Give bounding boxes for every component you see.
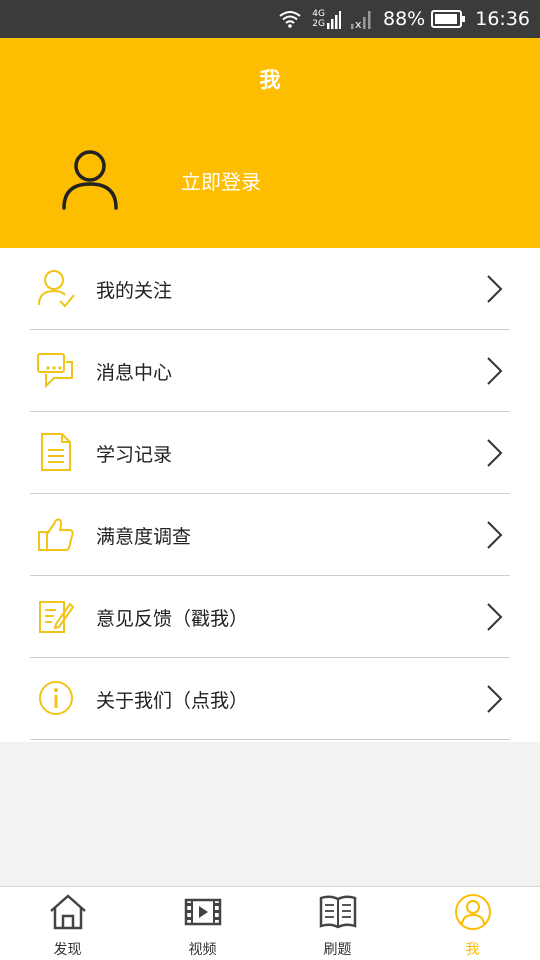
menu-item-label: 意见反馈（戳我）	[96, 608, 249, 630]
network-type-bottom: 2G	[312, 19, 325, 29]
bottom-tab-bar: 发现 视频 刷题 我	[0, 886, 540, 960]
network-type-top: 4G	[312, 9, 325, 19]
chevron-right-icon	[484, 602, 504, 632]
tab-label: 刷题	[323, 942, 352, 958]
menu-item-survey[interactable]: 满意度调查	[30, 494, 510, 576]
user-check-icon	[36, 268, 76, 308]
profile-header: 我 立即登录	[0, 38, 540, 248]
menu-item-history[interactable]: 学习记录	[30, 412, 510, 494]
svg-text:x: x	[355, 18, 362, 29]
signal-x-icon: x	[351, 9, 373, 29]
battery-percent: 88%	[383, 8, 426, 30]
chevron-right-icon	[484, 274, 504, 304]
chevron-right-icon	[484, 356, 504, 386]
menu-list: 我的关注 消息中心 学习记录 满意度调查 意见反馈（戳我） 关于我们（点我）	[0, 248, 540, 742]
profile-icon	[454, 893, 492, 931]
tab-practice[interactable]: 刷题	[270, 887, 405, 960]
user-icon[interactable]	[58, 148, 122, 212]
status-bar: 4G 2G x 88% 16:36	[0, 0, 540, 38]
clock: 16:36	[475, 8, 530, 30]
info-icon	[36, 678, 76, 718]
home-icon	[49, 893, 87, 931]
wifi-icon	[278, 10, 302, 28]
tab-label: 视频	[188, 942, 217, 958]
signal-icon: 4G 2G	[312, 9, 341, 29]
chevron-right-icon	[484, 520, 504, 550]
tab-label: 我	[465, 942, 480, 958]
chevron-right-icon	[484, 438, 504, 468]
battery-icon	[431, 10, 466, 28]
tab-discover[interactable]: 发现	[0, 887, 135, 960]
menu-item-label: 满意度调查	[96, 526, 192, 548]
edit-note-icon	[36, 596, 76, 636]
menu-item-feedback[interactable]: 意见反馈（戳我）	[30, 576, 510, 658]
menu-item-follow[interactable]: 我的关注	[30, 248, 510, 330]
tab-video[interactable]: 视频	[135, 887, 270, 960]
menu-item-about[interactable]: 关于我们（点我）	[30, 658, 510, 740]
menu-item-label: 学习记录	[96, 444, 173, 466]
document-icon	[36, 432, 76, 472]
page-title: 我	[259, 68, 281, 92]
menu-item-label: 我的关注	[96, 280, 173, 302]
tab-me[interactable]: 我	[405, 887, 540, 960]
tab-label: 发现	[53, 942, 82, 958]
menu-item-label: 关于我们（点我）	[96, 690, 249, 712]
login-button[interactable]: 立即登录	[181, 166, 261, 195]
menu-item-messages[interactable]: 消息中心	[30, 330, 510, 412]
book-icon	[319, 893, 357, 931]
film-icon	[184, 893, 222, 931]
chat-bubbles-icon	[36, 350, 76, 390]
thumbs-up-icon	[36, 514, 76, 554]
chevron-right-icon	[484, 684, 504, 714]
menu-item-label: 消息中心	[96, 362, 173, 384]
